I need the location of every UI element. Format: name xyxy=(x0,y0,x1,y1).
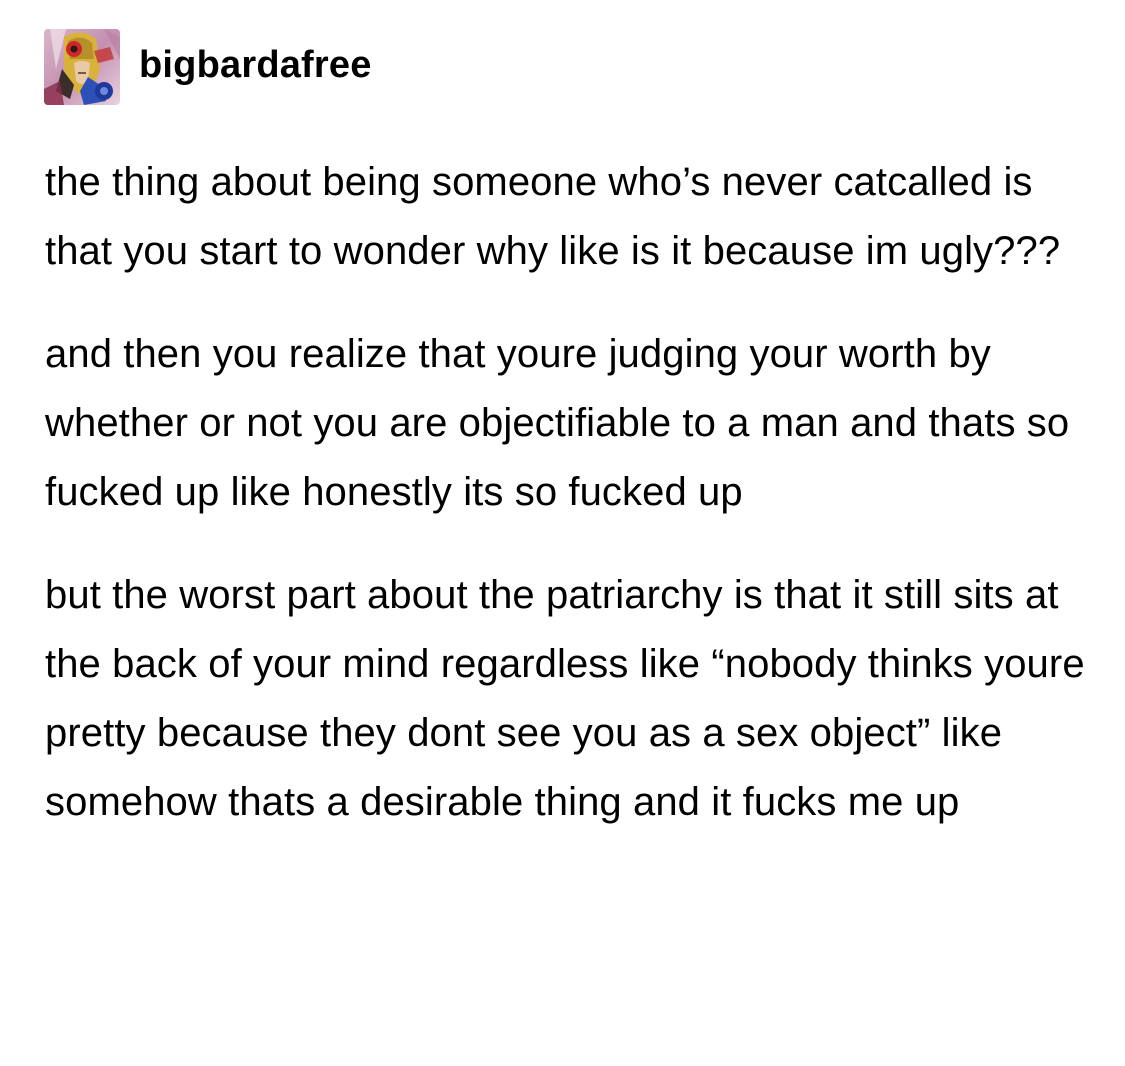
barda-avatar-icon xyxy=(44,29,120,105)
post-paragraph: and then you realize that youre judging … xyxy=(45,332,1070,514)
tumblr-post: bigbardafree the thing about being someo… xyxy=(0,0,1125,1066)
blog-username[interactable]: bigbardafree xyxy=(139,46,372,84)
post-paragraph: but the worst part about the patriarchy … xyxy=(45,573,1085,824)
post-header: bigbardafree xyxy=(44,29,372,105)
post-body: the thing about being someone who’s neve… xyxy=(45,148,1095,837)
avatar[interactable] xyxy=(44,29,120,105)
post-paragraph: the thing about being someone who’s neve… xyxy=(45,160,1061,273)
